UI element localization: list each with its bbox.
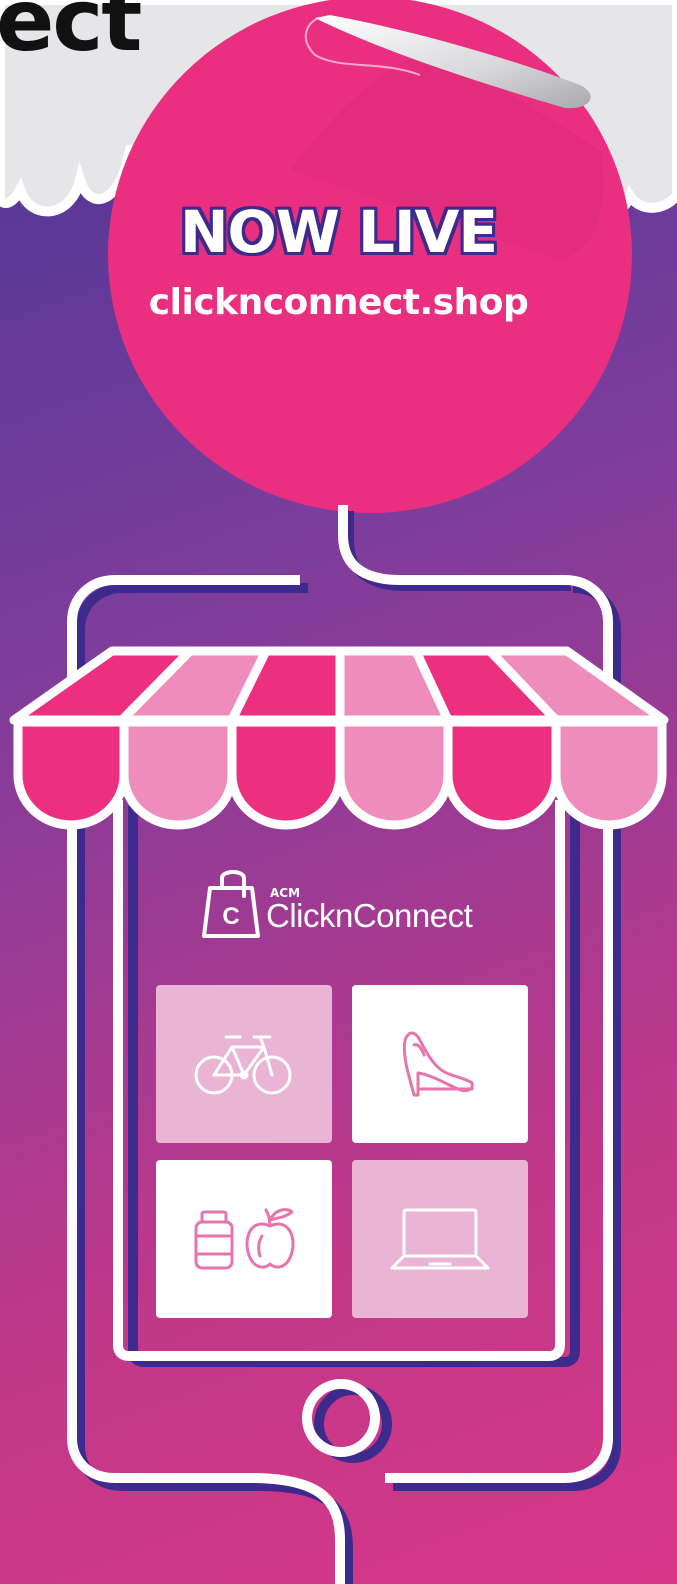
svg-text:C: C — [222, 903, 239, 930]
brand-name: ClicknConnect — [266, 897, 473, 934]
site-url[interactable]: clicknconnect.shop — [0, 282, 677, 323]
shopping-bag-logo-icon: C — [202, 870, 260, 938]
now-live-title: NOW LIVE — [179, 198, 498, 266]
category-tile-bikes[interactable] — [156, 985, 332, 1143]
high-heel-shoe-icon — [402, 1031, 474, 1097]
clicknconnect-logo: C ACM ClicknConnect — [200, 866, 500, 946]
category-tile-electronics[interactable] — [352, 1160, 528, 1318]
category-tile-health[interactable] — [156, 1160, 332, 1318]
now-live-sticker — [108, 0, 632, 513]
vitamins-and-apple-icon — [194, 1208, 295, 1270]
category-tile-shoes[interactable] — [352, 985, 528, 1143]
bicycle-icon — [194, 1035, 292, 1095]
phone-storefront-illustration — [9, 505, 669, 1584]
laptop-icon — [390, 1208, 490, 1270]
